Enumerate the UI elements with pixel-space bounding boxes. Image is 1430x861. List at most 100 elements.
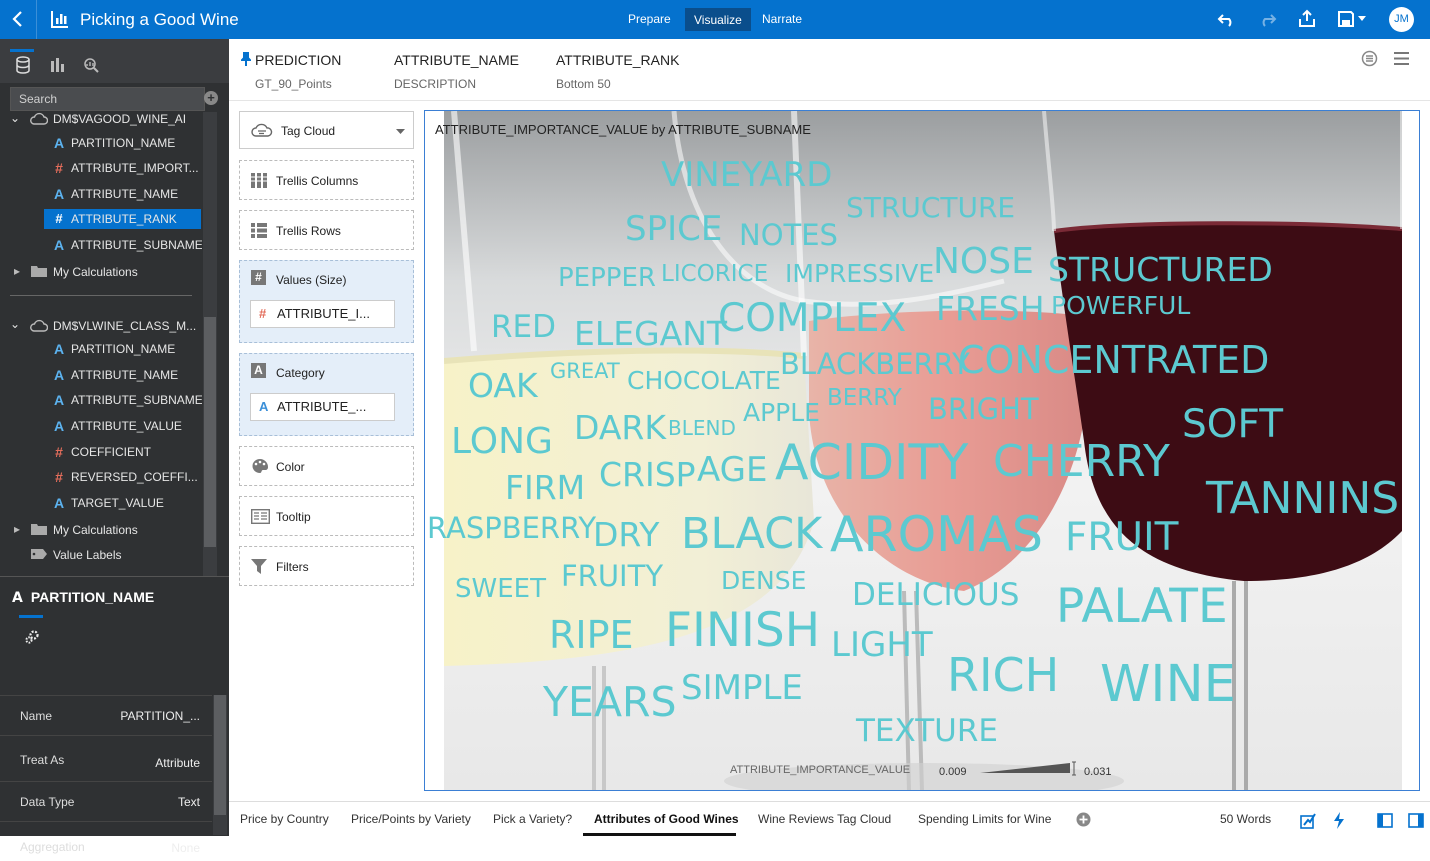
category-dropzone[interactable]: A Category A ATTRIBUTE_... <box>239 353 414 436</box>
canvas-tab-active[interactable]: Attributes of Good Wines <box>594 812 739 826</box>
tag-cloud-word[interactable]: LICORICE <box>661 263 768 286</box>
data-element[interactable]: A TARGET_VALUE <box>0 492 202 514</box>
tag-cloud-word[interactable]: YEARS <box>543 682 677 723</box>
tag-cloud-word[interactable]: RIPE <box>549 616 634 654</box>
tag-cloud-word[interactable]: CONCENTRATED <box>958 341 1269 379</box>
tag-cloud-word[interactable]: IMPRESSIVE <box>785 261 934 286</box>
property-value[interactable]: Text <box>178 795 200 809</box>
back-button[interactable] <box>0 0 37 39</box>
data-element[interactable]: A ATTRIBUTE_NAME <box>0 183 202 205</box>
my-calculations-folder[interactable]: My Calculations <box>53 265 138 279</box>
tab-prepare[interactable]: Prepare <box>620 8 679 31</box>
tag-cloud-word[interactable]: LONG <box>451 424 553 460</box>
property-row-name[interactable]: Name PARTITION_... <box>0 695 212 735</box>
tag-cloud-word[interactable]: NOTES <box>739 221 838 250</box>
data-element-selected[interactable]: # ATTRIBUTE_RANK <box>44 209 201 229</box>
auto-visualize-icon[interactable] <box>1300 812 1317 829</box>
user-avatar[interactable]: JM <box>1389 7 1414 32</box>
trellis-columns-dropzone[interactable]: Trellis Columns <box>239 160 414 200</box>
data-source-name[interactable]: DM$VAGOOD_WINE_AI <box>53 112 186 126</box>
tag-cloud-word[interactable]: DELICIOUS <box>852 580 1019 611</box>
tab-narrate[interactable]: Narrate <box>754 8 810 31</box>
grammar-attribute-name[interactable]: ATTRIBUTE_NAME DESCRIPTION <box>394 52 519 91</box>
data-element[interactable]: # ATTRIBUTE_IMPORT... <box>0 157 202 179</box>
data-element[interactable]: A PARTITION_NAME <box>0 338 202 360</box>
tag-cloud-word[interactable]: AROMAS <box>830 510 1043 559</box>
value-labels-item[interactable]: Value Labels <box>53 548 122 562</box>
grammar-prediction[interactable]: PREDICTION GT_90_Points <box>255 52 341 91</box>
tag-cloud-word[interactable]: COMPLEX <box>718 299 906 338</box>
property-row-treat-as[interactable]: Treat As Attribute <box>0 735 212 781</box>
tag-cloud-word[interactable]: CHERRY <box>993 440 1170 484</box>
property-row-aggregation[interactable]: Aggregation None <box>0 821 212 861</box>
tag-cloud-word[interactable]: FIRM <box>505 471 585 504</box>
database-icon[interactable] <box>15 56 31 74</box>
tag-cloud-word[interactable]: APPLE <box>743 400 820 425</box>
tag-cloud-word[interactable]: FRUITY <box>561 562 663 591</box>
chevron-right-icon[interactable]: ▸ <box>14 264 20 278</box>
data-element[interactable]: A PARTITION_NAME <box>0 132 202 154</box>
undo-icon[interactable] <box>1217 9 1237 29</box>
chevron-right-icon[interactable]: ▸ <box>14 522 20 536</box>
data-element[interactable]: A ATTRIBUTE_SUBNAME <box>0 234 202 256</box>
tag-cloud-word[interactable]: POWERFUL <box>1051 293 1190 318</box>
vis-type-selector[interactable]: Tag Cloud <box>239 111 414 149</box>
tag-cloud-word[interactable]: BLEND <box>668 418 736 438</box>
tag-cloud-word[interactable]: BRIGHT <box>928 395 1039 424</box>
tag-cloud-word[interactable]: FRUIT <box>1065 518 1178 557</box>
tag-cloud-word[interactable]: RASPBERRY <box>427 514 596 543</box>
properties-scrollbar[interactable] <box>213 695 227 835</box>
left-panel-toggle-icon[interactable] <box>1377 813 1393 828</box>
tag-cloud-word[interactable]: OAK <box>468 369 538 402</box>
visualization-canvas[interactable]: ATTRIBUTE_IMPORTANCE_VALUE by ATTRIBUTE_… <box>424 110 1420 791</box>
tag-cloud-word[interactable]: CRISP <box>599 458 696 491</box>
tag-cloud-word[interactable]: AGE <box>697 453 768 487</box>
pin-icon[interactable] <box>241 52 251 66</box>
data-element[interactable]: # REVERSED_COEFFI... <box>0 466 202 488</box>
data-panel-scrollbar[interactable] <box>203 112 217 582</box>
tag-cloud-word[interactable]: WINE <box>1100 659 1236 710</box>
export-icon[interactable] <box>1297 9 1317 29</box>
canvas-tab[interactable]: Price by Country <box>240 812 329 826</box>
menu-icon[interactable] <box>1393 51 1410 66</box>
search-input[interactable] <box>10 87 205 111</box>
canvas-tab[interactable]: Spending Limits for Wine <box>918 812 1051 826</box>
tag-cloud-word[interactable]: PEPPER <box>558 265 656 291</box>
tag-cloud-word[interactable]: STRUCTURED <box>1048 253 1273 286</box>
tag-cloud-word[interactable]: BERRY <box>827 387 902 410</box>
tag-cloud-word[interactable]: BLACKBERRY <box>780 350 970 379</box>
data-source-name[interactable]: DM$VLWINE_CLASS_M... <box>53 319 196 333</box>
tag-cloud-word[interactable]: FINISH <box>665 607 820 654</box>
right-panel-toggle-icon[interactable] <box>1408 813 1424 828</box>
data-element[interactable]: A ATTRIBUTE_NAME <box>0 364 202 386</box>
tag-cloud-word[interactable]: SIMPLE <box>681 671 803 705</box>
tag-cloud-word[interactable]: SWEET <box>455 576 546 602</box>
data-element[interactable]: # COEFFICIENT <box>0 441 202 463</box>
add-canvas-icon[interactable] <box>1076 812 1091 827</box>
gears-icon[interactable] <box>24 629 40 645</box>
visualizations-icon[interactable] <box>50 57 66 73</box>
scrollbar-thumb[interactable] <box>214 695 226 815</box>
grammar-attribute-rank[interactable]: ATTRIBUTE_RANK Bottom 50 <box>556 52 679 91</box>
chevron-down-icon[interactable]: ⌄ <box>10 317 20 331</box>
filters-dropzone[interactable]: Filters <box>239 546 414 586</box>
tag-cloud-word[interactable]: GREAT <box>550 361 620 382</box>
property-value[interactable]: None <box>171 841 200 855</box>
save-icon[interactable] <box>1336 9 1356 29</box>
tag-cloud-word[interactable]: TEXTURE <box>856 716 998 747</box>
tag-cloud-word[interactable]: PALATE <box>1056 583 1228 630</box>
canvas-tab[interactable]: Wine Reviews Tag Cloud <box>758 812 891 826</box>
trellis-rows-dropzone[interactable]: Trellis Rows <box>239 210 414 250</box>
redo-icon[interactable] <box>1257 9 1277 29</box>
tag-cloud-word[interactable]: BLACK <box>681 513 822 556</box>
chevron-down-icon[interactable] <box>1357 15 1367 23</box>
my-calculations-folder[interactable]: My Calculations <box>53 523 138 537</box>
tab-visualize[interactable]: Visualize <box>685 8 751 31</box>
values-pill[interactable]: # ATTRIBUTE_I... <box>250 300 395 328</box>
category-pill[interactable]: A ATTRIBUTE_... <box>250 393 395 421</box>
canvas-tab[interactable]: Pick a Variety? <box>493 812 572 826</box>
tag-cloud-word[interactable]: FRESH <box>936 292 1045 325</box>
tag-cloud-word[interactable]: RED <box>491 312 556 343</box>
tag-cloud-word[interactable]: TANNINS <box>1206 477 1399 521</box>
add-data-source-button[interactable]: + <box>204 91 218 105</box>
